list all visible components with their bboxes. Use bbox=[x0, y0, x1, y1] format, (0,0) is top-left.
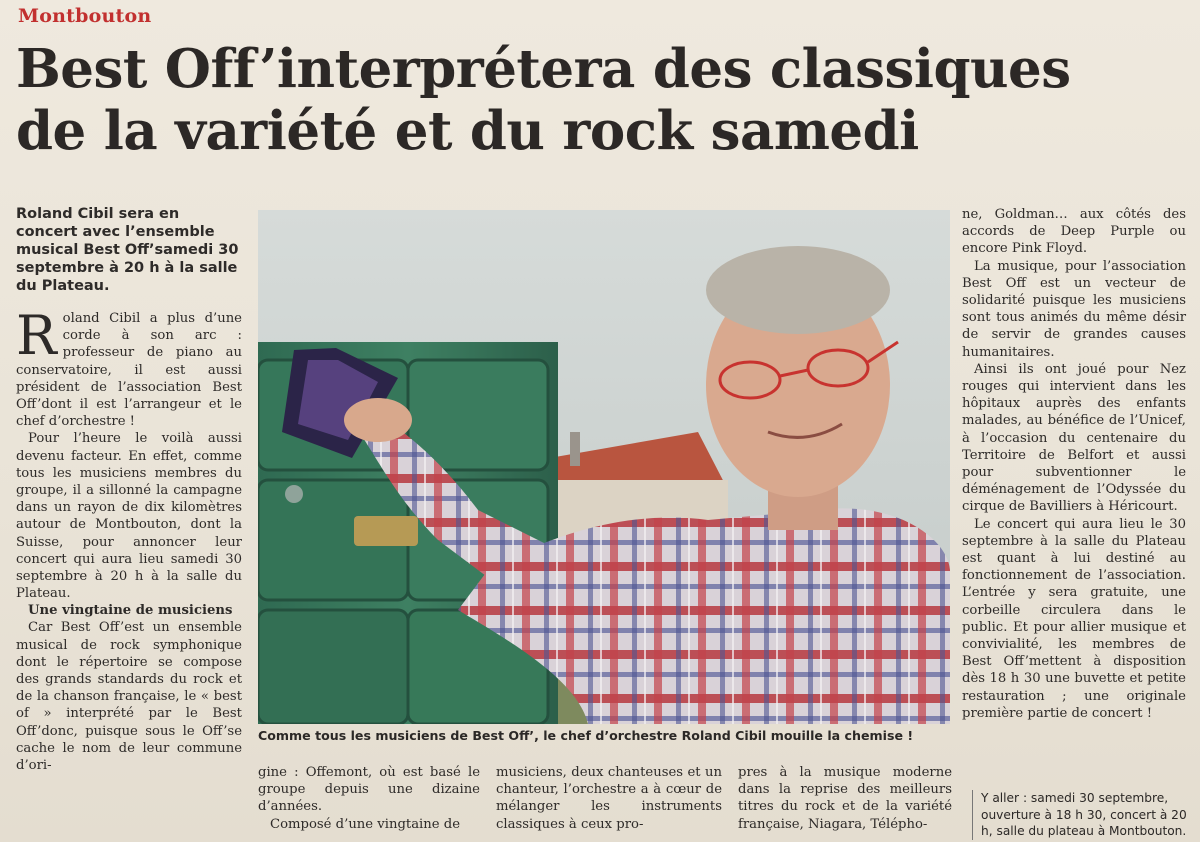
paragraph-intro: Roland Cibil a plus d’une corde à son ar… bbox=[16, 304, 242, 430]
paragraph-causes: Ainsi ils ont joué pour Nez rouges qui i… bbox=[962, 361, 1186, 515]
paragraph-postman: Pour l’heure le voilà aussi devenu facte… bbox=[16, 431, 242, 602]
paragraph-solidarity: La musique, pour l’association Best Off … bbox=[962, 258, 1186, 360]
practical-info-box: Y aller : samedi 30 septembre, ouverture… bbox=[972, 790, 1193, 840]
column-right: ne, Goldman… aux côtés des accords de De… bbox=[962, 206, 1186, 722]
newspaper-page: Montbouton Best Off’interprétera des cla… bbox=[0, 0, 1200, 842]
paragraph-ensemble: Car Best Off’est un ensemble musical de … bbox=[16, 620, 242, 774]
photo-caption: Comme tous les musiciens de Best Off’, l… bbox=[258, 728, 914, 743]
lede-paragraph: Roland Cibil sera en concert avec l’ense… bbox=[16, 206, 239, 294]
headline: Best Off’interprétera des classiques de … bbox=[16, 38, 1186, 162]
column-1: Roland Cibil a plus d’une corde à son ar… bbox=[16, 304, 242, 774]
paragraph-composition: Composé d’une vingtaine de bbox=[270, 816, 461, 832]
photo-illustration bbox=[258, 210, 950, 724]
column-bottom-3: pres à la musique moderne dans la repris… bbox=[738, 764, 952, 833]
column-bottom-2: musiciens, deux chanteuses et un chanteu… bbox=[496, 764, 722, 833]
section-kicker: Montbouton bbox=[18, 5, 152, 27]
paragraph-artists: ne, Goldman… aux côtés des accords de De… bbox=[962, 207, 1186, 257]
column-bottom-1: gine : Offemont, où est basé le groupe d… bbox=[258, 764, 480, 833]
paragraph-musicians: musiciens, deux chanteuses et un chanteu… bbox=[496, 765, 722, 832]
headline-line-1: Best Off’interprétera des classiques bbox=[16, 38, 1071, 100]
drop-cap: R bbox=[16, 304, 57, 367]
article-photo bbox=[258, 210, 950, 724]
paragraph-origin: gine : Offemont, où est basé le groupe d… bbox=[258, 765, 480, 815]
paragraph-repertoire: pres à la musique moderne dans la repris… bbox=[738, 765, 952, 832]
headline-line-2: de la variété et du rock samedi bbox=[16, 100, 919, 162]
subheading: Une vingtaine de musiciens bbox=[28, 603, 233, 619]
paragraph-concert: Le concert qui aura lieu le 30 septembre… bbox=[962, 516, 1186, 721]
